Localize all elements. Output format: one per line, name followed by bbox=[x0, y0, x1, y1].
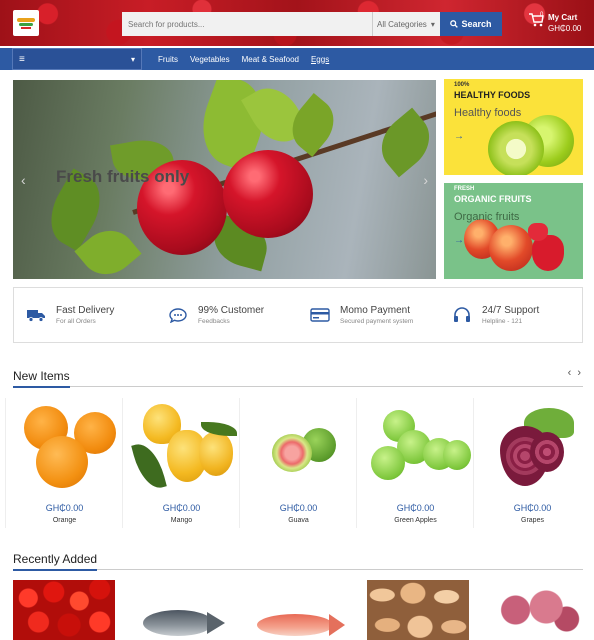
slider-prev-icon[interactable]: ‹ bbox=[21, 172, 26, 188]
promo-organic-fruits[interactable]: FRESH ORGANIC FRUITS Organic fruits → bbox=[444, 183, 583, 279]
product-image[interactable] bbox=[484, 402, 584, 492]
recently-added-carousel bbox=[13, 580, 594, 640]
main-nav: ≡ ▾ Fruits Vegetables Meat & Seafood Egg… bbox=[0, 48, 594, 70]
product-price: GH₵0.00 bbox=[45, 503, 84, 513]
new-items-carousel: GH₵0.00 Orange GH₵0.00 Mango GH₵0.00 Gua… bbox=[5, 398, 594, 528]
search-button-label: Search bbox=[461, 19, 492, 29]
product-card[interactable]: GH₵0.00 Mango bbox=[122, 398, 239, 528]
header-banner: All Categories ▾ Search 0 My Cart GH₵0.0… bbox=[0, 0, 594, 46]
cart-button[interactable]: 0 My Cart GH₵0.00 bbox=[528, 12, 581, 34]
promo-heading: ORGANIC FRUITS bbox=[454, 194, 532, 204]
promo-tag: 100% bbox=[454, 82, 470, 88]
product-image-peppers[interactable] bbox=[13, 580, 115, 640]
hamburger-icon: ≡ bbox=[19, 53, 25, 65]
truck-icon bbox=[26, 307, 46, 323]
feature-sub: For all Orders bbox=[56, 318, 96, 325]
product-name[interactable]: Mango bbox=[123, 517, 240, 524]
product-price: GH₵0.00 bbox=[513, 503, 552, 513]
product-image[interactable] bbox=[16, 402, 116, 492]
product-image-red-fish[interactable] bbox=[249, 580, 351, 640]
product-name[interactable]: Orange bbox=[6, 517, 123, 524]
product-image-meat[interactable] bbox=[485, 580, 587, 640]
feature-sub: Feedbacks bbox=[198, 318, 230, 325]
headset-icon bbox=[452, 307, 472, 323]
feature-support: 24/7 Support Helpline - 121 bbox=[440, 288, 582, 342]
search-icon bbox=[450, 20, 459, 28]
product-image[interactable] bbox=[250, 402, 350, 492]
product-name[interactable]: Guava bbox=[240, 517, 357, 524]
product-price: GH₵0.00 bbox=[279, 503, 318, 513]
chevron-right-icon[interactable]: › bbox=[577, 367, 581, 379]
feature-payment: Momo Payment Secured payment system bbox=[298, 288, 440, 342]
promo-healthy-foods[interactable]: 100% HEALTHY FOODS Healthy foods → bbox=[444, 79, 583, 175]
product-price: GH₵0.00 bbox=[396, 503, 435, 513]
feature-feedback: 99% Customer Feedbacks bbox=[156, 288, 298, 342]
cart-total: GH₵0.00 bbox=[548, 24, 582, 33]
feature-title: 99% Customer bbox=[198, 305, 265, 316]
new-items-header: New Items ‹ › bbox=[13, 367, 583, 388]
site-logo[interactable] bbox=[13, 10, 39, 36]
arrow-right-icon[interactable]: → bbox=[454, 131, 464, 142]
search-input[interactable] bbox=[122, 12, 372, 36]
section-title: Recently Added bbox=[13, 552, 98, 571]
feature-sub: Helpline - 121 bbox=[482, 318, 523, 325]
feature-title: 24/7 Support bbox=[482, 305, 540, 316]
features-bar: Fast Delivery For all Orders 99% Customer… bbox=[13, 287, 583, 343]
feature-title: Fast Delivery bbox=[56, 305, 115, 316]
product-image-eggs[interactable] bbox=[367, 580, 469, 640]
product-image[interactable] bbox=[367, 402, 471, 492]
product-card[interactable]: GH₵0.00 Grapes bbox=[473, 398, 590, 528]
cart-label: My Cart bbox=[548, 13, 578, 22]
hero-title: Fresh fruits only bbox=[56, 167, 190, 186]
hero-slider[interactable]: Fresh fruits only ‹ › bbox=[13, 80, 436, 279]
section-title: New Items bbox=[13, 369, 70, 388]
recently-added-header: Recently Added bbox=[13, 550, 583, 571]
slider-next-icon[interactable]: › bbox=[423, 172, 428, 188]
promo-subtitle: Healthy foods bbox=[454, 107, 522, 119]
category-menu-button[interactable]: ≡ ▾ bbox=[12, 48, 142, 70]
promo-tag: FRESH bbox=[454, 186, 475, 192]
product-name[interactable]: Green Apples bbox=[357, 517, 474, 524]
product-image-tilapia[interactable] bbox=[131, 580, 233, 640]
product-price: GH₵0.00 bbox=[162, 503, 201, 513]
chevron-left-icon[interactable]: ‹ bbox=[568, 367, 572, 379]
nav-link-fruits[interactable]: Fruits bbox=[158, 55, 178, 64]
chevron-down-icon: ▾ bbox=[130, 54, 135, 64]
promo-heading: HEALTHY FOODS bbox=[454, 90, 531, 100]
card-icon bbox=[310, 307, 330, 323]
feature-delivery: Fast Delivery For all Orders bbox=[14, 288, 156, 342]
search-button[interactable]: Search bbox=[440, 12, 502, 36]
nav-link-meat-seafood[interactable]: Meat & Seafood bbox=[242, 55, 299, 64]
category-select-label: All Categories bbox=[377, 19, 427, 29]
product-image[interactable] bbox=[131, 402, 237, 493]
product-card[interactable]: GH₵0.00 Green Apples bbox=[356, 398, 473, 528]
cart-icon: 0 bbox=[528, 12, 544, 28]
chevron-down-icon: ▾ bbox=[430, 19, 435, 29]
product-name[interactable]: Grapes bbox=[474, 517, 591, 524]
category-select[interactable]: All Categories ▾ bbox=[372, 12, 440, 36]
chat-icon bbox=[168, 307, 188, 323]
feature-title: Momo Payment bbox=[340, 305, 411, 316]
feature-sub: Secured payment system bbox=[340, 318, 414, 325]
product-card[interactable]: GH₵0.00 Orange bbox=[5, 398, 122, 528]
nav-link-eggs[interactable]: Eggs bbox=[311, 55, 329, 64]
arrow-right-icon[interactable]: → bbox=[454, 235, 464, 246]
product-card[interactable]: GH₵0.00 Guava bbox=[239, 398, 356, 528]
cart-count-badge: 0 bbox=[540, 12, 544, 18]
promo-subtitle: Organic fruits bbox=[454, 211, 520, 223]
nav-link-vegetables[interactable]: Vegetables bbox=[190, 55, 230, 64]
